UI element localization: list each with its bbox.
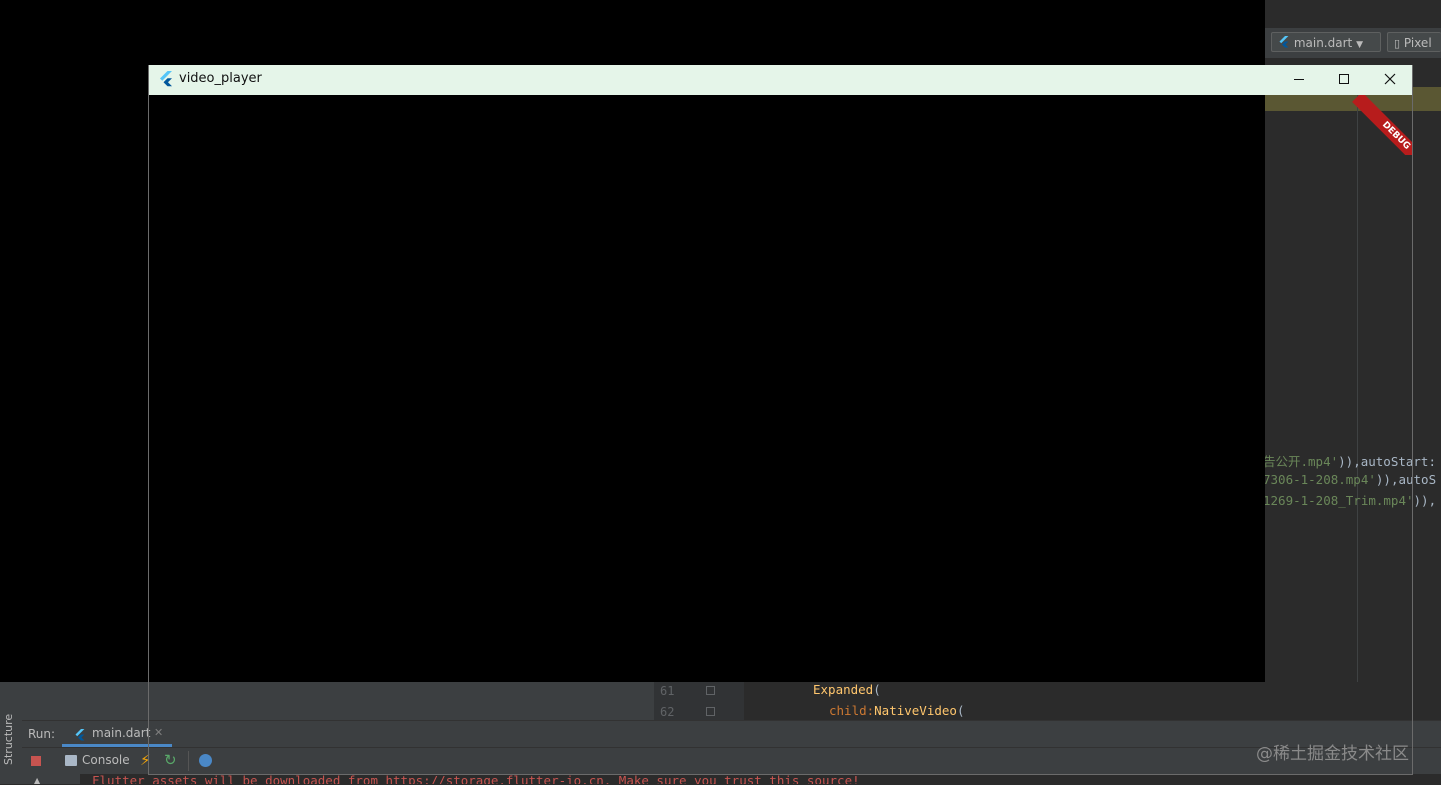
flutter-icon xyxy=(74,726,86,745)
flutter-icon xyxy=(1278,34,1290,48)
console-icon xyxy=(65,755,77,766)
stop-icon[interactable] xyxy=(31,756,41,766)
console-line: Flutter assets will be downloaded from h… xyxy=(92,774,860,784)
window-title: video_player xyxy=(179,71,262,86)
minimize-icon xyxy=(1294,79,1304,80)
console-output: Flutter assets will be downloaded from h… xyxy=(80,774,1441,784)
phone-icon: ▯ xyxy=(1394,37,1401,50)
app-titlebar[interactable] xyxy=(149,65,1412,95)
device-selector[interactable]: ▯ Pixel xyxy=(1387,32,1441,52)
run-tab-label: main.dart xyxy=(92,726,151,740)
debug-banner: DEBUG xyxy=(1340,95,1412,155)
close-button[interactable] xyxy=(1367,66,1413,94)
maximize-button[interactable] xyxy=(1321,66,1367,94)
run-label: Run: xyxy=(28,727,56,741)
run-config-dropdown[interactable]: main.dart ▼ xyxy=(1271,32,1381,52)
console-side-toolbar: ▲ xyxy=(22,774,80,785)
minimize-button[interactable] xyxy=(1276,66,1322,94)
console-tab[interactable]: Console xyxy=(82,753,130,767)
close-icon xyxy=(1384,73,1396,85)
maximize-icon xyxy=(1339,74,1349,84)
device-label: Pixel xyxy=(1403,36,1432,50)
chevron-down-icon: ▼ xyxy=(1356,40,1363,50)
app-window-frame xyxy=(148,65,1413,775)
run-config-label: main.dart xyxy=(1293,36,1353,50)
flutter-logo-icon xyxy=(159,71,173,91)
structure-tool-tab[interactable]: Structure xyxy=(2,714,15,765)
watermark: @稀土掘金技术社区 xyxy=(1256,744,1409,764)
